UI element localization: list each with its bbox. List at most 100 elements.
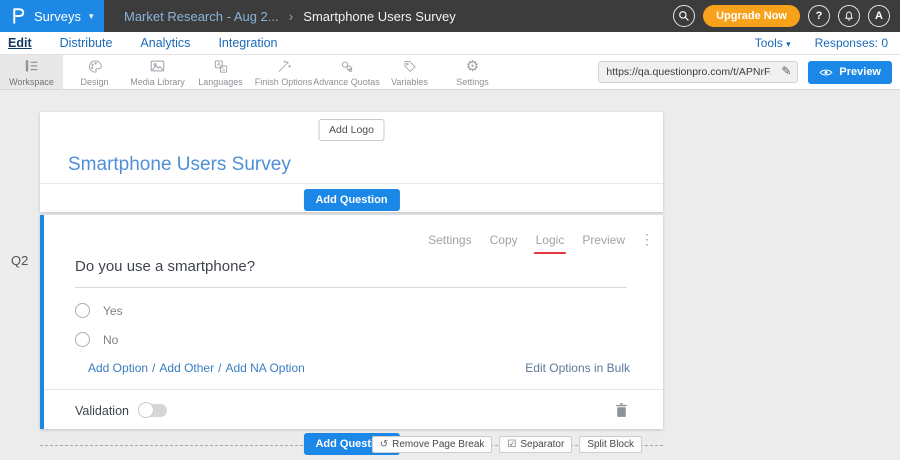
question-tab-logic[interactable]: Logic — [536, 233, 565, 247]
split-block-button[interactable]: Split Block — [579, 436, 642, 453]
breadcrumb: Market Research - Aug 2... › Smartphone … — [124, 8, 456, 24]
divider — [44, 389, 663, 390]
preview-button[interactable]: Preview — [808, 61, 892, 84]
validation-row: Validation — [75, 403, 628, 418]
remove-page-break-label: Remove Page Break — [392, 439, 484, 450]
tab-settings[interactable]: ⚙ Settings — [441, 55, 504, 89]
question-tab-settings[interactable]: Settings — [428, 233, 471, 247]
survey-url-input[interactable] — [599, 66, 771, 78]
workspace-toolbar: Workspace Design Media Library Aa Langua… — [0, 55, 900, 90]
edit-options-in-bulk-link[interactable]: Edit Options in Bulk — [525, 361, 630, 375]
magic-wand-icon — [276, 58, 292, 75]
breadcrumb-folder[interactable]: Market Research - Aug 2... — [124, 9, 279, 24]
tab-label: Languages — [198, 77, 243, 87]
option-links-row: Add Option / Add Other / Add NA Option E… — [88, 361, 630, 375]
validation-label: Validation — [75, 404, 129, 418]
radio-icon[interactable] — [75, 303, 90, 318]
tab-workspace[interactable]: Workspace — [0, 55, 63, 89]
top-header-bar: Surveys ▾ Market Research - Aug 2... › S… — [0, 0, 900, 32]
chevron-down-icon: ▾ — [89, 11, 94, 22]
split-block-label: Split Block — [587, 439, 634, 450]
tab-label: Finish Options — [255, 77, 313, 87]
avatar[interactable]: A — [868, 5, 890, 27]
validation-toggle[interactable] — [139, 404, 167, 417]
trash-icon — [615, 403, 628, 418]
block-action-buttons: ↺ Remove Page Break ☑ Separator Split Bl… — [372, 436, 642, 453]
survey-title[interactable]: Smartphone Users Survey — [68, 154, 291, 176]
edit-url-icon[interactable]: ✎ — [781, 64, 791, 78]
option-row-yes[interactable]: Yes — [75, 303, 123, 318]
page-footer-strip: Add Question ↺ Remove Page Break ☑ Separ… — [40, 436, 663, 456]
palette-icon — [87, 58, 103, 75]
separator-button[interactable]: ☑ Separator — [499, 436, 572, 453]
help-button[interactable]: ? — [808, 5, 830, 27]
option-row-no[interactable]: No — [75, 332, 118, 347]
add-option-link[interactable]: Add Option — [88, 361, 148, 375]
tab-label: Workspace — [9, 77, 54, 87]
tag-icon — [402, 58, 418, 75]
link-separator: / — [152, 361, 155, 375]
notifications-button[interactable] — [838, 5, 860, 27]
survey-url-box[interactable]: ✎ — [598, 61, 798, 83]
nav-distribute[interactable]: Distribute — [60, 36, 113, 50]
search-icon — [678, 10, 690, 22]
tab-variables[interactable]: Variables — [378, 55, 441, 89]
question-number: Q2 — [11, 253, 28, 268]
tab-design[interactable]: Design — [63, 55, 126, 89]
radio-icon[interactable] — [75, 332, 90, 347]
remove-page-break-icon: ↺ — [380, 439, 388, 450]
nav-analytics[interactable]: Analytics — [140, 36, 190, 50]
option-label[interactable]: Yes — [103, 304, 123, 318]
add-question-button-top[interactable]: Add Question — [303, 189, 399, 211]
svg-text:a: a — [222, 66, 225, 71]
gear-icon: ⚙ — [466, 58, 479, 75]
option-label[interactable]: No — [103, 333, 118, 347]
question-tabs: Settings Copy Logic Preview — [428, 233, 625, 247]
section-nav: Edit Distribute Analytics Integration To… — [0, 32, 900, 55]
bell-icon — [843, 10, 855, 23]
nav-integration[interactable]: Integration — [218, 36, 277, 50]
header-actions: Upgrade Now ? A — [673, 5, 900, 27]
delete-question-button[interactable] — [615, 403, 628, 418]
separator-label: Separator — [520, 439, 564, 450]
eye-icon — [819, 68, 833, 77]
chain-links-icon — [339, 58, 355, 75]
question-tab-preview[interactable]: Preview — [582, 233, 625, 247]
question-tab-copy[interactable]: Copy — [490, 233, 518, 247]
breadcrumb-separator-icon: › — [289, 8, 294, 24]
product-name: Surveys — [34, 9, 81, 24]
tab-label: Design — [80, 77, 108, 87]
add-other-link[interactable]: Add Other — [159, 361, 214, 375]
nav-right: Tools ▾ Responses: 0 — [755, 36, 888, 50]
kebab-menu-icon[interactable]: ⋮ — [640, 231, 654, 248]
survey-header-card: Add Logo Smartphone Users Survey Add Que… — [40, 112, 663, 212]
tab-label: Variables — [391, 77, 428, 87]
breadcrumb-survey-name: Smartphone Users Survey — [303, 9, 455, 24]
tab-label: Media Library — [130, 77, 185, 87]
nav-edit[interactable]: Edit — [8, 36, 32, 50]
questionpro-logo-icon — [9, 6, 27, 26]
separator-checkbox-icon: ☑ — [507, 439, 516, 450]
surveys-menu[interactable]: Surveys ▾ — [0, 0, 104, 32]
add-na-option-link[interactable]: Add NA Option — [225, 361, 304, 375]
add-logo-button[interactable]: Add Logo — [318, 119, 385, 141]
chevron-down-icon: ▾ — [786, 39, 791, 49]
remove-page-break-button[interactable]: ↺ Remove Page Break — [372, 436, 493, 453]
search-button[interactable] — [673, 5, 695, 27]
link-separator: / — [218, 361, 221, 375]
tools-menu[interactable]: Tools ▾ — [755, 36, 791, 50]
question-card: Settings Copy Logic Preview ⋮ Do you use… — [40, 215, 663, 429]
tab-label: Settings — [456, 77, 489, 87]
workspace-icon — [23, 58, 40, 75]
upgrade-now-button[interactable]: Upgrade Now — [703, 5, 800, 27]
preview-label: Preview — [839, 66, 881, 78]
tab-label: Advance Quotas — [313, 77, 380, 87]
tab-advance-quotas[interactable]: Advance Quotas — [315, 55, 378, 89]
translate-icon: Aa — [213, 58, 229, 75]
tab-languages[interactable]: Aa Languages — [189, 55, 252, 89]
question-text[interactable]: Do you use a smartphone? — [75, 258, 627, 288]
responses-count[interactable]: Responses: 0 — [815, 36, 888, 50]
tools-label: Tools — [755, 36, 783, 50]
tab-media-library[interactable]: Media Library — [126, 55, 189, 89]
tab-finish-options[interactable]: Finish Options — [252, 55, 315, 89]
